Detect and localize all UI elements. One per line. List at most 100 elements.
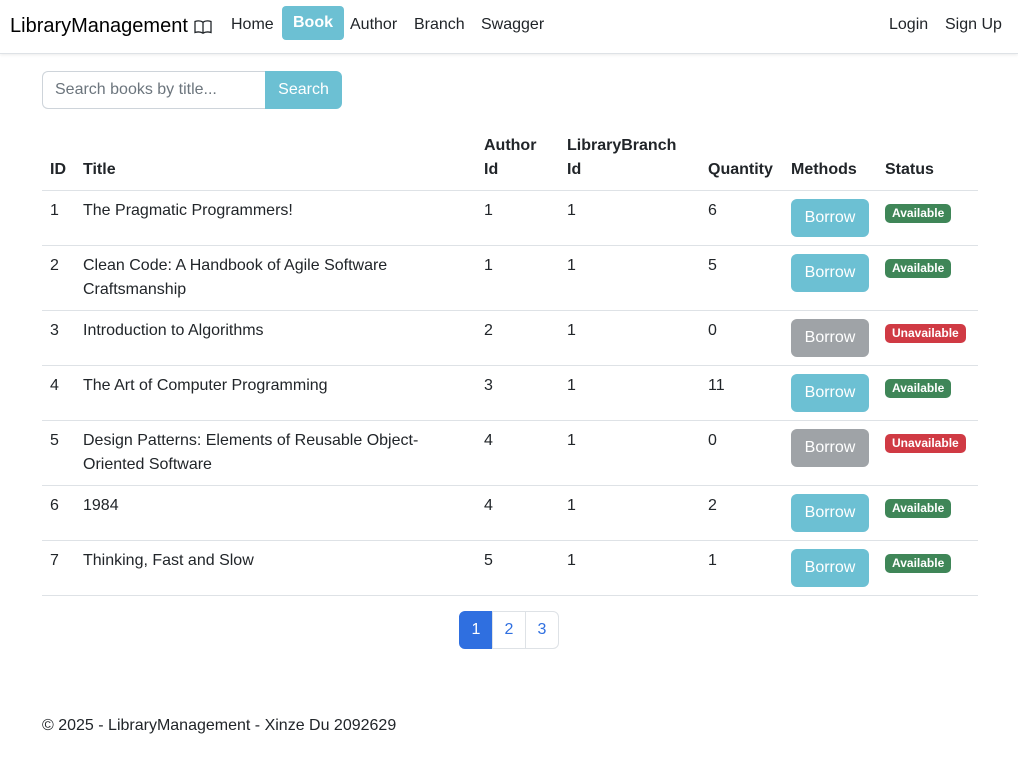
cell-status: Available: [877, 485, 978, 541]
cell-title: 1984: [75, 485, 476, 541]
page-1[interactable]: 1: [459, 611, 493, 649]
cell-quantity: 2: [700, 485, 783, 541]
cell-methods: Borrow: [783, 310, 877, 366]
cell-author-id: 4: [476, 485, 559, 541]
cell-branch-id: 1: [559, 190, 700, 246]
table-row: 5 Design Patterns: Elements of Reusable O…: [42, 420, 978, 486]
table-row: 3 Introduction to Algorithms 2 1 0 Borrow Unav…: [42, 310, 978, 366]
status-badge: Available: [885, 554, 952, 573]
navbar: LibraryManagement Home Book Author Branc…: [0, 0, 1018, 54]
cell-author-id: 1: [476, 245, 559, 311]
cell-author-id: 5: [476, 540, 559, 596]
nav-login[interactable]: Login: [889, 16, 928, 34]
header-author-id: Author Id: [476, 126, 559, 191]
cell-methods: Borrow: [783, 365, 877, 421]
cell-title: The Pragmatic Programmers!: [75, 190, 476, 246]
header-author-id-line1: Author: [484, 137, 537, 154]
cell-author-id: 4: [476, 420, 559, 486]
cell-author-id: 3: [476, 365, 559, 421]
cell-id: 6: [42, 485, 75, 541]
nav-home[interactable]: Home: [231, 16, 274, 34]
nav-signup[interactable]: Sign Up: [945, 16, 1002, 34]
status-badge: Available: [885, 379, 952, 398]
cell-id: 1: [42, 190, 75, 246]
cell-branch-id: 1: [559, 540, 700, 596]
header-branch-id-line2: Id: [567, 161, 582, 178]
cell-author-id: 2: [476, 310, 559, 366]
cell-status: Available: [877, 190, 978, 246]
cell-quantity: 5: [700, 245, 783, 311]
cell-branch-id: 1: [559, 420, 700, 486]
cell-status: Available: [877, 540, 978, 596]
cell-methods: Borrow: [783, 190, 877, 246]
table-row: 7 Thinking, Fast and Slow 5 1 1 Borrow Availab…: [42, 540, 978, 596]
nav-author[interactable]: Author: [350, 16, 397, 34]
page-3[interactable]: 3: [525, 611, 559, 649]
cell-status: Unavailable: [877, 310, 978, 366]
cell-quantity: 1: [700, 540, 783, 596]
nav-swagger[interactable]: Swagger: [481, 16, 544, 34]
table-row: 1 The Pragmatic Programmers! 1 1 6 Borrow Avai…: [42, 190, 978, 246]
header-branch-id-line1: LibraryBranch: [567, 137, 677, 154]
cell-quantity: 0: [700, 310, 783, 366]
borrow-button[interactable]: Borrow: [791, 374, 869, 412]
cell-quantity: 0: [700, 420, 783, 486]
search-button[interactable]: Search: [265, 71, 342, 109]
book-open-icon: [194, 19, 212, 34]
search-input[interactable]: [42, 71, 266, 109]
cell-status: Available: [877, 365, 978, 421]
status-badge: Unavailable: [885, 324, 966, 343]
table-row: 6 1984 4 1 2 Borrow Available: [42, 485, 978, 541]
table-row: 4 The Art of Computer Programming 3 1 11 Borr…: [42, 365, 978, 421]
borrow-button[interactable]: Borrow: [791, 199, 869, 237]
nav-branch[interactable]: Branch: [414, 16, 465, 34]
nav-book[interactable]: Book: [282, 6, 344, 40]
cell-methods: Borrow: [783, 420, 877, 486]
table-row: 2 Clean Code: A Handbook of Agile Softwar…: [42, 245, 978, 311]
header-branch-id: LibraryBranch Id: [559, 126, 700, 191]
header-author-id-line2: Id: [484, 161, 499, 178]
header-title: Title: [75, 126, 476, 191]
cell-branch-id: 1: [559, 310, 700, 366]
cell-id: 4: [42, 365, 75, 421]
cell-author-id: 1: [476, 190, 559, 246]
cell-methods: Borrow: [783, 245, 877, 311]
cell-title: Clean Code: A Handbook of Agile Software…: [75, 245, 476, 311]
cell-status: Unavailable: [877, 420, 978, 486]
cell-title: Design Patterns: Elements of Reusable Ob…: [75, 420, 476, 486]
brand-name: LibraryManagement: [10, 15, 188, 37]
header-id: ID: [42, 126, 75, 191]
cell-status: Available: [877, 245, 978, 311]
cell-title: The Art of Computer Programming: [75, 365, 476, 421]
cell-title: Introduction to Algorithms: [75, 310, 476, 366]
cell-id: 2: [42, 245, 75, 311]
table-header-row: ID Title Author Id LibraryBranch Id Quanti…: [42, 126, 978, 191]
header-methods: Methods: [783, 126, 877, 191]
brand-link[interactable]: LibraryManagement: [10, 15, 212, 38]
pagination: 1 2 3: [459, 611, 559, 649]
cell-branch-id: 1: [559, 365, 700, 421]
page-2[interactable]: 2: [492, 611, 526, 649]
borrow-button[interactable]: Borrow: [791, 494, 869, 532]
header-quantity: Quantity: [700, 126, 783, 191]
cell-quantity: 11: [700, 365, 783, 421]
footer-text: © 2025 - LibraryManagement - Xinze Du 20…: [42, 717, 397, 734]
cell-id: 7: [42, 540, 75, 596]
cell-methods: Borrow: [783, 485, 877, 541]
borrow-button[interactable]: Borrow: [791, 549, 869, 587]
status-badge: Unavailable: [885, 434, 966, 453]
header-status: Status: [877, 126, 978, 191]
cell-title: Thinking, Fast and Slow: [75, 540, 476, 596]
cell-methods: Borrow: [783, 540, 877, 596]
cell-id: 5: [42, 420, 75, 486]
status-badge: Available: [885, 499, 952, 518]
status-badge: Available: [885, 204, 952, 223]
status-badge: Available: [885, 259, 952, 278]
borrow-button: Borrow: [791, 319, 869, 357]
cell-id: 3: [42, 310, 75, 366]
cell-quantity: 6: [700, 190, 783, 246]
borrow-button[interactable]: Borrow: [791, 254, 869, 292]
cell-branch-id: 1: [559, 245, 700, 311]
borrow-button: Borrow: [791, 429, 869, 467]
books-table: ID Title Author Id LibraryBranch Id Quanti…: [42, 126, 978, 596]
